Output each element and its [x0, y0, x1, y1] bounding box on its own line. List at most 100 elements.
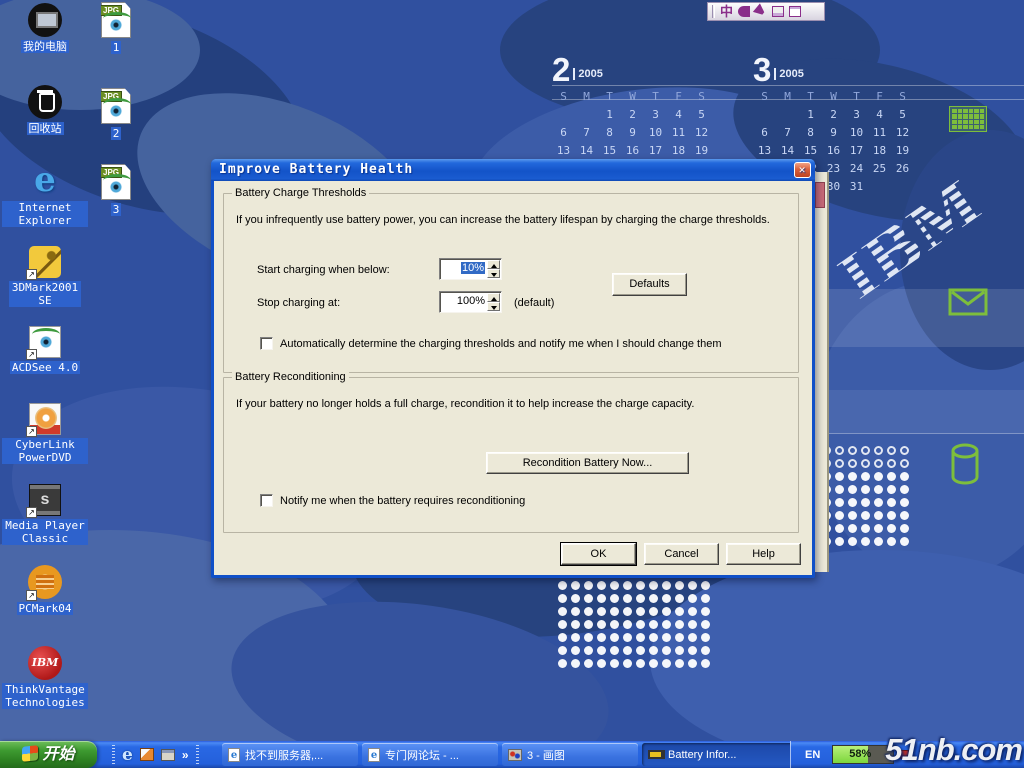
jpg-file-icon[interactable]: JPG [101, 164, 131, 200]
task-button-battery-information[interactable]: Battery Infor... [642, 743, 812, 766]
spinner-value[interactable]: 100% [457, 295, 485, 307]
ime-toolbar-menu-icon[interactable] [789, 6, 801, 17]
auto-thresholds-checkbox[interactable] [260, 337, 273, 350]
desktop-icon-3dmark2001[interactable]: ↗ 3DMark2001 SE [0, 244, 90, 309]
ime-width-mode-icon[interactable] [738, 6, 750, 17]
background-window-button[interactable] [815, 182, 825, 208]
wallpaper-dot [900, 511, 909, 520]
wallpaper-dot [675, 646, 684, 655]
spinner-buttons [487, 293, 500, 311]
notify-reconditioning-checkbox[interactable] [260, 494, 273, 507]
green-grid-cell [963, 109, 968, 113]
51nb-watermark: 51nb.com [885, 732, 1022, 768]
desktop-icon-recycle-bin[interactable]: 回收站 [0, 85, 90, 137]
desktop-icon-thinkvantage[interactable]: IBM ThinkVantage Technologies [0, 646, 90, 711]
start-charging-spinner[interactable]: 10% [439, 258, 502, 280]
wallpaper-dot [662, 594, 671, 603]
calendar-day: 16 [621, 144, 644, 158]
green-grid-cell [969, 125, 974, 129]
show-desktop-icon[interactable] [161, 749, 175, 761]
desktop-icon-jpg-3[interactable]: JPG 3 [85, 164, 147, 218]
calendar-day-header: T [644, 90, 667, 104]
ie-quick-launch-icon[interactable]: e [122, 744, 133, 766]
desktop-icon-powerdvd[interactable]: ↗ CyberLink PowerDVD [0, 401, 90, 466]
calendar-day: 11 [868, 126, 891, 140]
desktop-icon-acdsee[interactable]: ↗ ACDSee 4.0 [0, 324, 90, 376]
ime-soft-keyboard-icon[interactable] [772, 6, 784, 17]
wallpaper-dot [558, 607, 567, 616]
ime-mode-icon[interactable]: 中 [720, 5, 733, 18]
icon-label: ThinkVantage Technologies [2, 683, 88, 709]
cancel-button[interactable]: Cancel [644, 543, 719, 565]
wallpaper-dot [900, 498, 909, 507]
3dmark-icon[interactable]: ↗ [28, 244, 62, 278]
desktop-icon-internet-explorer[interactable]: e Internet Explorer [0, 164, 90, 229]
stop-charging-spinner[interactable]: 100% [439, 291, 502, 313]
defaults-button[interactable]: Defaults [612, 273, 687, 296]
spin-down-icon[interactable] [487, 269, 500, 278]
toolbar-grip[interactable] [112, 745, 115, 764]
background-window-edge[interactable] [814, 172, 829, 572]
dialog-titlebar[interactable]: Improve Battery Health ✕ [211, 159, 815, 181]
calendar-day: 19 [690, 144, 713, 158]
media-player-quick-launch-icon[interactable] [140, 748, 154, 761]
acdsee-icon[interactable]: ↗ [28, 324, 62, 358]
wallpaper-dot [636, 646, 645, 655]
media-player-classic-icon[interactable]: s↗ [28, 482, 62, 516]
recondition-battery-button[interactable]: Recondition Battery Now... [486, 452, 689, 474]
spinner-value[interactable]: 10% [461, 262, 485, 274]
calendar-year: 2005 [573, 68, 602, 80]
task-buttons: e 找不到服务器,... e 专门网论坛 - ... 3 - 画图 Batter… [222, 743, 812, 766]
auto-thresholds-checkbox-label[interactable]: Automatically determine the charging thr… [280, 338, 721, 350]
icon-label: 3DMark2001 SE [9, 281, 81, 307]
task-button-server-not-found[interactable]: e 找不到服务器,... [222, 743, 358, 766]
recycle-bin-icon[interactable] [28, 85, 62, 119]
wallpaper-dot [701, 633, 710, 642]
ime-drag-handle[interactable] [712, 5, 715, 18]
spin-up-icon[interactable] [487, 293, 500, 302]
calendar-day-header: S [753, 90, 776, 104]
thinkvantage-icon[interactable]: IBM [28, 646, 62, 680]
jpg-file-icon[interactable]: JPG [101, 2, 131, 38]
calendar-day: 7 [776, 126, 799, 140]
desktop-icon-my-computer[interactable]: 我的电脑 [0, 3, 90, 55]
green-grid-cell [980, 125, 985, 129]
ime-pen-icon[interactable] [753, 3, 769, 19]
battery-percent: 58% [849, 748, 871, 760]
task-button-forum[interactable]: e 专门网论坛 - ... [362, 743, 498, 766]
notify-reconditioning-checkbox-label[interactable]: Notify me when the battery requires reco… [280, 495, 525, 507]
calendar-day: 12 [891, 126, 914, 140]
desktop-icon-media-player-classic[interactable]: s↗ Media Player Classic [0, 482, 90, 547]
calendar-day: 11 [667, 126, 690, 140]
pcmark-icon[interactable]: ↗ [28, 565, 62, 599]
wallpaper-dot [675, 581, 684, 590]
spin-down-icon[interactable] [487, 302, 500, 311]
desktop-icon-jpg-2[interactable]: JPG 2 [85, 88, 147, 142]
wallpaper-dot [623, 659, 632, 668]
wallpaper-dot [662, 607, 671, 616]
ok-button[interactable]: OK [561, 543, 636, 565]
toolbar-grip[interactable] [196, 745, 199, 764]
start-button[interactable]: 开始 [0, 741, 97, 768]
desktop-icon-jpg-1[interactable]: JPG 1 [85, 2, 147, 56]
calendar-day-header: W [621, 90, 644, 104]
quick-launch-overflow-chevron[interactable]: » [182, 748, 189, 762]
powerdvd-icon[interactable]: ↗ [28, 401, 62, 435]
wallpaper-dot [597, 607, 606, 616]
desktop-icon-pcmark04[interactable]: ↗ PCMark04 [0, 565, 90, 617]
icon-label: 2 [111, 127, 122, 140]
spin-up-icon[interactable] [487, 260, 500, 269]
calendar-day: 24 [845, 162, 868, 176]
ime-language-bar[interactable]: 中 [707, 2, 825, 21]
eye-icon [105, 19, 127, 31]
desktop-screen: IBM 22005 SMTWTFS 1234567891011121314151… [0, 0, 1024, 768]
wallpaper-dot [584, 607, 593, 616]
internet-explorer-icon[interactable]: e [28, 164, 62, 198]
help-button[interactable]: Help [726, 543, 801, 565]
my-computer-icon[interactable] [28, 3, 62, 37]
jpg-file-icon[interactable]: JPG [101, 88, 131, 124]
language-indicator[interactable]: EN [805, 749, 820, 761]
close-icon[interactable]: ✕ [794, 162, 811, 178]
wallpaper-dot [571, 659, 580, 668]
task-button-paint[interactable]: 3 - 画图 [502, 743, 638, 766]
